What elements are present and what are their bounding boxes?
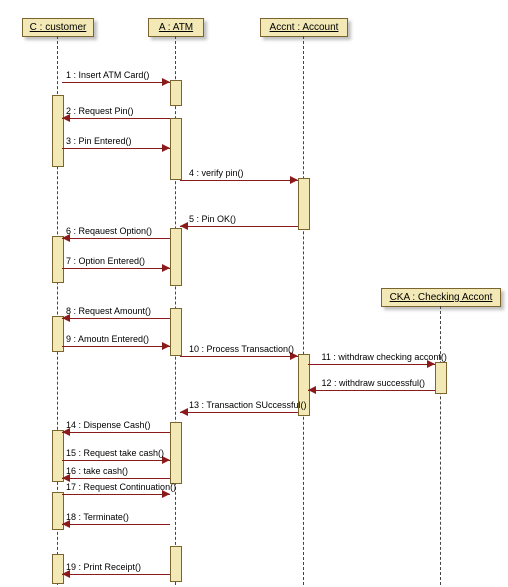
message-label-2: 2 : Request Pin() (66, 106, 134, 116)
message-label-16: 16 : take cash() (66, 466, 128, 476)
atm-act-6 (170, 546, 182, 582)
message-label-17: 17 : Request Continuation() (66, 482, 176, 492)
message-label-13: 13 : Transaction SUccessful() (189, 400, 307, 410)
message-label-1: 1 : Insert ATM Card() (66, 70, 149, 80)
lifeline-head-account: Accnt : Account (260, 18, 348, 37)
message-label-3: 3 : Pin Entered() (66, 136, 132, 146)
message-line-18 (62, 524, 170, 525)
message-label-9: 9 : Amoutn Entered() (66, 334, 149, 344)
lifeline-head-atm: A : ATM (148, 18, 204, 37)
message-line-11 (308, 364, 435, 365)
message-line-1 (62, 82, 170, 83)
message-line-17 (62, 494, 170, 495)
message-label-5: 5 : Pin OK() (189, 214, 236, 224)
message-label-8: 8 : Request Amount() (66, 306, 151, 316)
message-label-18: 18 : Terminate() (66, 512, 129, 522)
message-label-4: 4 : verify pin() (189, 168, 244, 178)
lifeline-head-customer: C : customer (22, 18, 94, 37)
customer-act-6 (52, 554, 64, 584)
arrowhead-icon (162, 264, 170, 272)
customer-act-1 (52, 95, 64, 167)
message-line-2 (62, 118, 170, 119)
message-line-15 (62, 460, 170, 461)
arrowhead-icon (162, 144, 170, 152)
message-line-10 (180, 356, 298, 357)
lifeline-label: Accnt : Account (270, 22, 339, 33)
lifeline-dash-account (303, 36, 304, 585)
atm-act-1 (170, 80, 182, 106)
lifeline-label: A : ATM (159, 22, 193, 33)
message-line-19 (62, 574, 170, 575)
atm-act-2 (170, 118, 182, 180)
lifeline-head-checking: CKA : Checking Accont (381, 288, 501, 307)
arrowhead-icon (308, 386, 316, 394)
lifeline-label: C : customer (30, 22, 87, 33)
message-line-16 (62, 478, 170, 479)
message-label-11: 11 : withdraw checking accont() (322, 352, 447, 362)
message-line-3 (62, 148, 170, 149)
sequence-diagram: C : customer A : ATM Accnt : Account CKA : … (0, 0, 508, 587)
arrowhead-icon (162, 78, 170, 86)
customer-act-2 (52, 236, 64, 283)
message-label-6: 6 : Reqauest Option() (66, 226, 152, 236)
message-label-10: 10 : Process Transaction() (189, 344, 294, 354)
arrowhead-icon (180, 222, 188, 230)
message-label-15: 15 : Request take cash() (66, 448, 164, 458)
message-label-7: 7 : Option Entered() (66, 256, 145, 266)
message-line-14 (62, 432, 170, 433)
message-line-8 (62, 318, 170, 319)
message-line-12 (308, 390, 435, 391)
message-line-4 (180, 180, 298, 181)
account-act-1 (298, 178, 310, 230)
message-line-5 (180, 226, 298, 227)
arrowhead-icon (180, 408, 188, 416)
message-line-6 (62, 238, 170, 239)
message-label-14: 14 : Dispense Cash() (66, 420, 151, 430)
message-label-12: 12 : withdraw successful() (322, 378, 426, 388)
lifeline-label: CKA : Checking Accont (390, 292, 493, 303)
arrowhead-icon (162, 342, 170, 350)
message-label-19: 19 : Print Receipt() (66, 562, 141, 572)
lifeline-dash-checking (440, 306, 441, 585)
arrowhead-icon (290, 176, 298, 184)
atm-act-3 (170, 228, 182, 286)
checking-act-1 (435, 362, 447, 394)
message-line-7 (62, 268, 170, 269)
message-line-9 (62, 346, 170, 347)
atm-act-4 (170, 308, 182, 356)
atm-act-5 (170, 422, 182, 484)
message-line-13 (180, 412, 298, 413)
